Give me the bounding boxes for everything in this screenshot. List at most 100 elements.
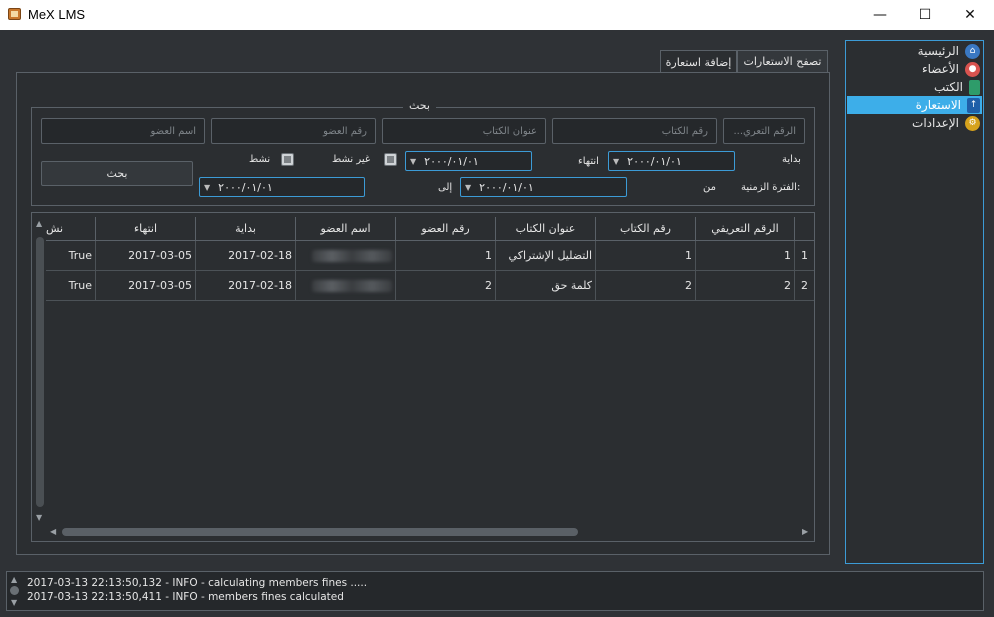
table-cell[interactable]: True [46,271,96,301]
table-cell[interactable]: True [46,241,96,271]
column-header-label: الرقم التعريفي [711,222,779,235]
corner-header [795,217,814,241]
scroll-right-icon[interactable]: ▶ [802,527,808,536]
table-cell[interactable]: 2017-03-05 [96,241,196,271]
maximize-icon: ☐ [918,7,932,23]
search-group-title: بحث [403,99,436,112]
book-number-input[interactable] [552,118,717,144]
row-number[interactable]: 1 [795,241,814,271]
start-date-value: ٢٠٠٠/٠١/٠١ [627,154,682,168]
table-cell[interactable]: 2017-02-18 [196,271,296,301]
end-date-picker[interactable]: ▼ ٢٠٠٠/٠١/٠١ [405,151,532,171]
end-date-value: ٢٠٠٠/٠١/٠١ [424,154,479,168]
column-header-member-number[interactable]: رقم العضو [396,217,496,241]
column-header-member-name[interactable]: اسم العضو [296,217,396,241]
scroll-up-icon[interactable]: ▲ [11,575,17,584]
start-date-picker[interactable]: ▼ ٢٠٠٠/٠١/٠١ [608,151,735,171]
vertical-scroll-thumb[interactable] [36,237,44,507]
table-cell[interactable]: 1 [596,241,696,271]
log-panel: ▲ ▼ 2017-03-13 22:13:50,132 - INFO - cal… [6,571,984,611]
nav-item-members[interactable]: ● الأعضاء [847,60,982,78]
maximize-button[interactable]: ☐ [902,0,948,30]
id-input[interactable] [723,118,805,144]
from-label: من [703,182,716,193]
tab-label: تصفح الاستعارات [743,55,822,68]
borrows-table: الرقم التعريفي رقم الكتاب عنوان الكتاب ر… [31,212,815,542]
table-cell[interactable]: 2017-03-05 [96,271,196,301]
to-date-picker[interactable]: ▼ ٢٠٠٠/٠١/٠١ [199,177,365,197]
column-header-start[interactable]: بداية [196,217,296,241]
member-icon: ● [965,61,980,77]
book-icon [969,79,980,95]
scroll-left-icon[interactable]: ◀ [50,527,56,536]
book-number-field[interactable] [561,125,708,137]
redacted-name [312,249,392,262]
table-cell[interactable]: 1 [696,241,795,271]
member-number-input[interactable] [211,118,376,144]
end-label: انتهاء [578,156,599,167]
id-input-field[interactable] [732,125,796,137]
table-cell[interactable]: 1 [396,241,496,271]
tab-browse-borrows[interactable]: تصفح الاستعارات [737,50,828,72]
row-number[interactable]: 2 [795,271,814,301]
inactive-checkbox[interactable] [384,153,397,166]
column-header-book-number[interactable]: رقم الكتاب [596,217,696,241]
scroll-up-icon[interactable]: ▲ [36,219,42,228]
search-button[interactable]: بحث [41,161,193,186]
table-cell[interactable]: 2017-02-18 [196,241,296,271]
nav-item-label: الإعدادات [912,116,959,130]
home-icon: ⌂ [965,43,980,59]
column-header-end[interactable]: انتهاء [96,217,196,241]
tab-add-borrow[interactable]: إضافة استعارة [660,50,737,73]
log-scroll-thumb[interactable] [10,586,19,595]
app-icon [8,8,21,20]
member-number-field[interactable] [220,125,367,137]
table-cell[interactable]: 2 [696,271,795,301]
member-name-input[interactable] [41,118,205,144]
column-header-book-title[interactable]: عنوان الكتاب [496,217,596,241]
column-header-label: رقم العضو [421,222,470,235]
nav-item-borrow[interactable]: ↑ الاستعارة [847,96,982,114]
nav-item-books[interactable]: الكتب [847,78,982,96]
minimize-button[interactable]: — [857,0,903,30]
horizontal-scroll-thumb[interactable] [62,528,578,536]
member-name-field[interactable] [50,125,196,137]
book-title-input[interactable] [382,118,546,144]
table-cell[interactable]: التضليل الإشتراكي [496,241,596,271]
close-icon: ✕ [964,7,976,23]
redacted-name [312,279,392,292]
column-header-active[interactable]: نش [46,217,96,241]
table-cell-member-name[interactable] [296,241,396,271]
from-date-value: ٢٠٠٠/٠١/٠١ [479,180,534,194]
to-label: إلى [438,182,453,193]
table-cell[interactable]: 2 [396,271,496,301]
scroll-down-icon[interactable]: ▼ [11,598,17,607]
tab-label: إضافة استعارة [665,55,732,69]
column-header-label: رقم الكتاب [620,222,671,235]
search-button-label: بحث [106,167,128,180]
close-button[interactable]: ✕ [947,0,993,30]
active-label: نشط [249,154,271,165]
borrow-icon: ↑ [967,97,980,113]
from-date-picker[interactable]: ▼ ٢٠٠٠/٠١/٠١ [460,177,627,197]
column-header-label: نش [46,222,64,235]
column-header-label: عنوان الكتاب [515,222,576,235]
table-cell[interactable]: كلمة حق [496,271,596,301]
nav-item-settings[interactable]: ⚙ الإعدادات [847,114,982,132]
nav-item-home[interactable]: ⌂ الرئيسية [847,42,982,60]
horizontal-scrollbar[interactable]: ◀ ▶ [48,525,814,539]
table-cell-member-name[interactable] [296,271,396,301]
start-label: بداية [782,154,801,165]
scroll-down-icon[interactable]: ▼ [36,513,42,522]
settings-icon: ⚙ [965,115,980,131]
vertical-scrollbar[interactable]: ▲ ▼ [34,217,46,523]
column-header-id[interactable]: الرقم التعريفي [696,217,795,241]
chevron-down-icon: ▼ [465,182,472,192]
table-cell[interactable]: 2 [596,271,696,301]
chevron-down-icon: ▼ [410,156,417,166]
active-checkbox[interactable] [281,153,294,166]
title-bar: MeX LMS — ☐ ✕ [0,0,994,30]
to-date-value: ٢٠٠٠/٠١/٠١ [218,180,273,194]
chevron-down-icon: ▼ [613,156,620,166]
book-title-field[interactable] [391,125,537,137]
